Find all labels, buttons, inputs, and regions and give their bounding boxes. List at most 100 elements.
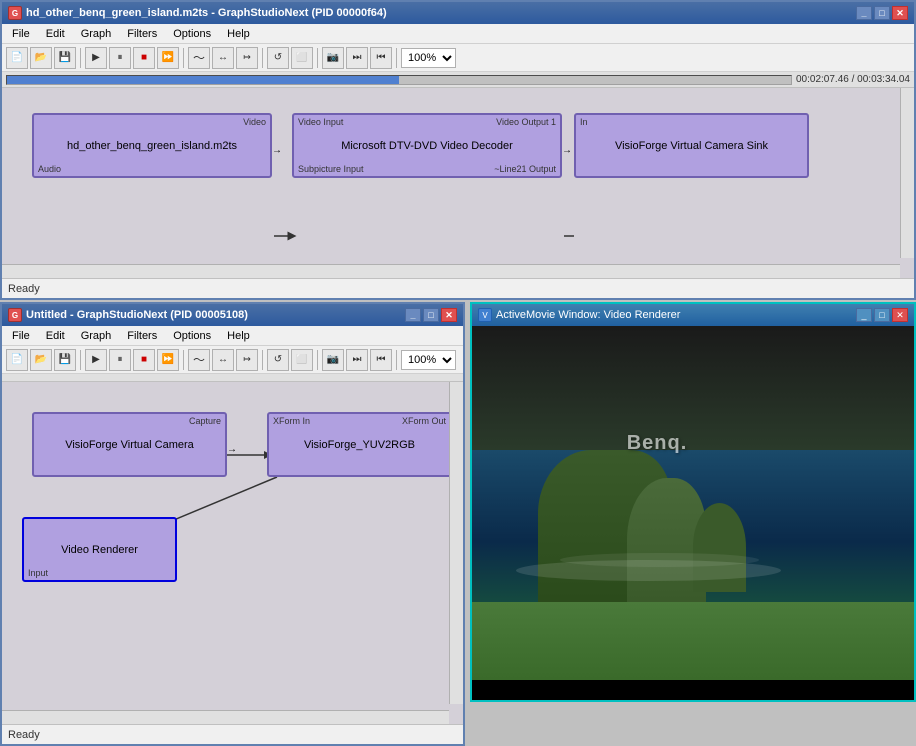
menu-help[interactable]: Help bbox=[221, 26, 256, 42]
filter-node-yuv2rgb[interactable]: XForm In XForm Out VisioForge_YUV2RGB bbox=[267, 412, 452, 477]
render-btn[interactable]: ⬜ bbox=[291, 47, 313, 69]
s-seek-wave-button[interactable]: 〜 bbox=[188, 349, 210, 371]
arrow-out-source: → bbox=[272, 145, 282, 156]
save-button[interactable]: 💾 bbox=[54, 47, 76, 69]
second-window: G Untitled - GraphStudioNext (PID 000051… bbox=[0, 302, 465, 746]
filter-node-vf-camera[interactable]: Capture VisioForge Virtual Camera → bbox=[32, 412, 227, 477]
s-camera-button[interactable]: 📷 bbox=[322, 349, 344, 371]
main-status-text: Ready bbox=[8, 283, 40, 295]
second-app-icon: G bbox=[8, 308, 22, 322]
second-menu-file[interactable]: File bbox=[6, 328, 36, 344]
second-menu-options[interactable]: Options bbox=[167, 328, 217, 344]
camera-button[interactable]: 📷 bbox=[322, 47, 344, 69]
zoom-dropdown[interactable]: 100%50%75%150%200% bbox=[401, 48, 456, 68]
pin-button[interactable]: ↦ bbox=[236, 47, 258, 69]
main-menu-bar: File Edit Graph Filters Options Help bbox=[2, 24, 914, 44]
open-button[interactable]: 📂 bbox=[30, 47, 52, 69]
video-sky bbox=[472, 326, 914, 450]
pin-label-in: In bbox=[580, 117, 588, 127]
seek-time: 00:02:07.46 / 00:03:34.04 bbox=[796, 74, 910, 85]
refresh-button[interactable]: ↺ bbox=[267, 47, 289, 69]
s-render-btn[interactable]: ⬜ bbox=[291, 349, 313, 371]
second-minimize-button[interactable]: _ bbox=[405, 308, 421, 322]
seek-bar-track[interactable] bbox=[6, 75, 792, 85]
s-open-button[interactable]: 📂 bbox=[30, 349, 52, 371]
main-vscrollbar[interactable] bbox=[900, 88, 914, 258]
ffwd-button[interactable]: ⏩ bbox=[157, 47, 179, 69]
second-menu-help[interactable]: Help bbox=[221, 328, 256, 344]
second-status-bar: Ready bbox=[2, 724, 463, 744]
skip-fwd-button[interactable]: ⏭ bbox=[346, 47, 368, 69]
main-app-icon: G bbox=[8, 6, 22, 20]
pause-button[interactable]: ⏸ bbox=[109, 47, 131, 69]
second-menu-bar: File Edit Graph Filters Options Help bbox=[2, 326, 463, 346]
s-play-button[interactable]: ▶ bbox=[85, 349, 107, 371]
s-connect-button[interactable]: ↔ bbox=[212, 349, 234, 371]
seek-wave-button[interactable]: 〜 bbox=[188, 47, 210, 69]
pin-label-video-out: Video bbox=[243, 117, 266, 127]
stop-button[interactable]: ■ bbox=[133, 47, 155, 69]
toolbar-sep3 bbox=[262, 48, 263, 68]
second-window-title: Untitled - GraphStudioNext (PID 00005108… bbox=[26, 309, 248, 321]
menu-edit[interactable]: Edit bbox=[40, 26, 71, 42]
s-pin-capture-label: Capture bbox=[189, 416, 221, 426]
video-wave2 bbox=[560, 553, 759, 567]
video-bottom-bar bbox=[472, 680, 914, 700]
filter-node-visioforge-sink[interactable]: In VisioForge Virtual Camera Sink bbox=[574, 113, 809, 178]
main-window-title: hd_other_benq_green_island.m2ts - GraphS… bbox=[26, 7, 387, 19]
second-menu-edit[interactable]: Edit bbox=[40, 328, 71, 344]
video-maximize-button[interactable]: □ bbox=[874, 308, 890, 322]
s-pause-button[interactable]: ⏸ bbox=[109, 349, 131, 371]
connect-button[interactable]: ↔ bbox=[212, 47, 234, 69]
s-pin-input: Input bbox=[28, 568, 48, 578]
close-button[interactable]: ✕ bbox=[892, 6, 908, 20]
s-toolbar-sep1 bbox=[80, 350, 81, 370]
s-seek-bar[interactable] bbox=[2, 374, 463, 382]
s-skip-bwd-button[interactable]: ⏮ bbox=[370, 349, 392, 371]
main-window: G hd_other_benq_green_island.m2ts - Grap… bbox=[0, 0, 916, 300]
node-label-visioforge-sink: VisioForge Virtual Camera Sink bbox=[576, 115, 807, 176]
main-toolbar: 📄 📂 💾 ▶ ⏸ ■ ⏩ 〜 ↔ ↦ ↺ ⬜ 📷 ⏭ ⏮ 100%50%75%… bbox=[2, 44, 914, 72]
new-button[interactable]: 📄 bbox=[6, 47, 28, 69]
pin-label-subpic-in: Subpicture Input bbox=[298, 164, 364, 174]
s-pin-button[interactable]: ↦ bbox=[236, 349, 258, 371]
main-title-bar: G hd_other_benq_green_island.m2ts - Grap… bbox=[2, 2, 914, 24]
filter-node-video-renderer[interactable]: Input Video Renderer bbox=[22, 517, 177, 582]
second-menu-graph[interactable]: Graph bbox=[75, 328, 118, 344]
second-hscrollbar[interactable] bbox=[2, 710, 449, 724]
s-pin-xform-out: XForm Out bbox=[402, 416, 446, 426]
video-coast bbox=[472, 602, 914, 680]
s-skip-fwd-button[interactable]: ⏭ bbox=[346, 349, 368, 371]
menu-filters[interactable]: Filters bbox=[121, 26, 163, 42]
arrow-out-dtv: → bbox=[562, 145, 572, 156]
video-close-button[interactable]: ✕ bbox=[892, 308, 908, 322]
skip-bwd-button[interactable]: ⏮ bbox=[370, 47, 392, 69]
second-maximize-button[interactable]: □ bbox=[423, 308, 439, 322]
main-hscrollbar[interactable] bbox=[2, 264, 900, 278]
play-button[interactable]: ▶ bbox=[85, 47, 107, 69]
main-graph-canvas[interactable]: Video Audio hd_other_benq_green_island.m… bbox=[2, 88, 914, 278]
toolbar-sep2 bbox=[183, 48, 184, 68]
filter-node-dtv-decoder[interactable]: Video Input Video Output 1 Subpicture In… bbox=[292, 113, 562, 178]
s-stop-button[interactable]: ■ bbox=[133, 349, 155, 371]
s-save-button[interactable]: 💾 bbox=[54, 349, 76, 371]
video-minimize-button[interactable]: _ bbox=[856, 308, 872, 322]
s-pin-xform-in: XForm In bbox=[273, 416, 310, 426]
s-ffwd-button[interactable]: ⏩ bbox=[157, 349, 179, 371]
s-toolbar-sep5 bbox=[396, 350, 397, 370]
second-close-button[interactable]: ✕ bbox=[441, 308, 457, 322]
second-vscrollbar[interactable] bbox=[449, 382, 463, 704]
s-new-button[interactable]: 📄 bbox=[6, 349, 28, 371]
maximize-button[interactable]: □ bbox=[874, 6, 890, 20]
menu-options[interactable]: Options bbox=[167, 26, 217, 42]
minimize-button[interactable]: _ bbox=[856, 6, 872, 20]
video-watermark: Benq. bbox=[627, 432, 688, 455]
filter-node-source[interactable]: Video Audio hd_other_benq_green_island.m… bbox=[32, 113, 272, 178]
s-zoom-dropdown[interactable]: 100%50%75%150% bbox=[401, 350, 456, 370]
video-window-title: ActiveMovie Window: Video Renderer bbox=[496, 309, 680, 321]
second-menu-filters[interactable]: Filters bbox=[121, 328, 163, 344]
menu-graph[interactable]: Graph bbox=[75, 26, 118, 42]
s-refresh-button[interactable]: ↺ bbox=[267, 349, 289, 371]
menu-file[interactable]: File bbox=[6, 26, 36, 42]
second-graph-canvas[interactable]: Capture VisioForge Virtual Camera → XFor… bbox=[2, 382, 463, 724]
